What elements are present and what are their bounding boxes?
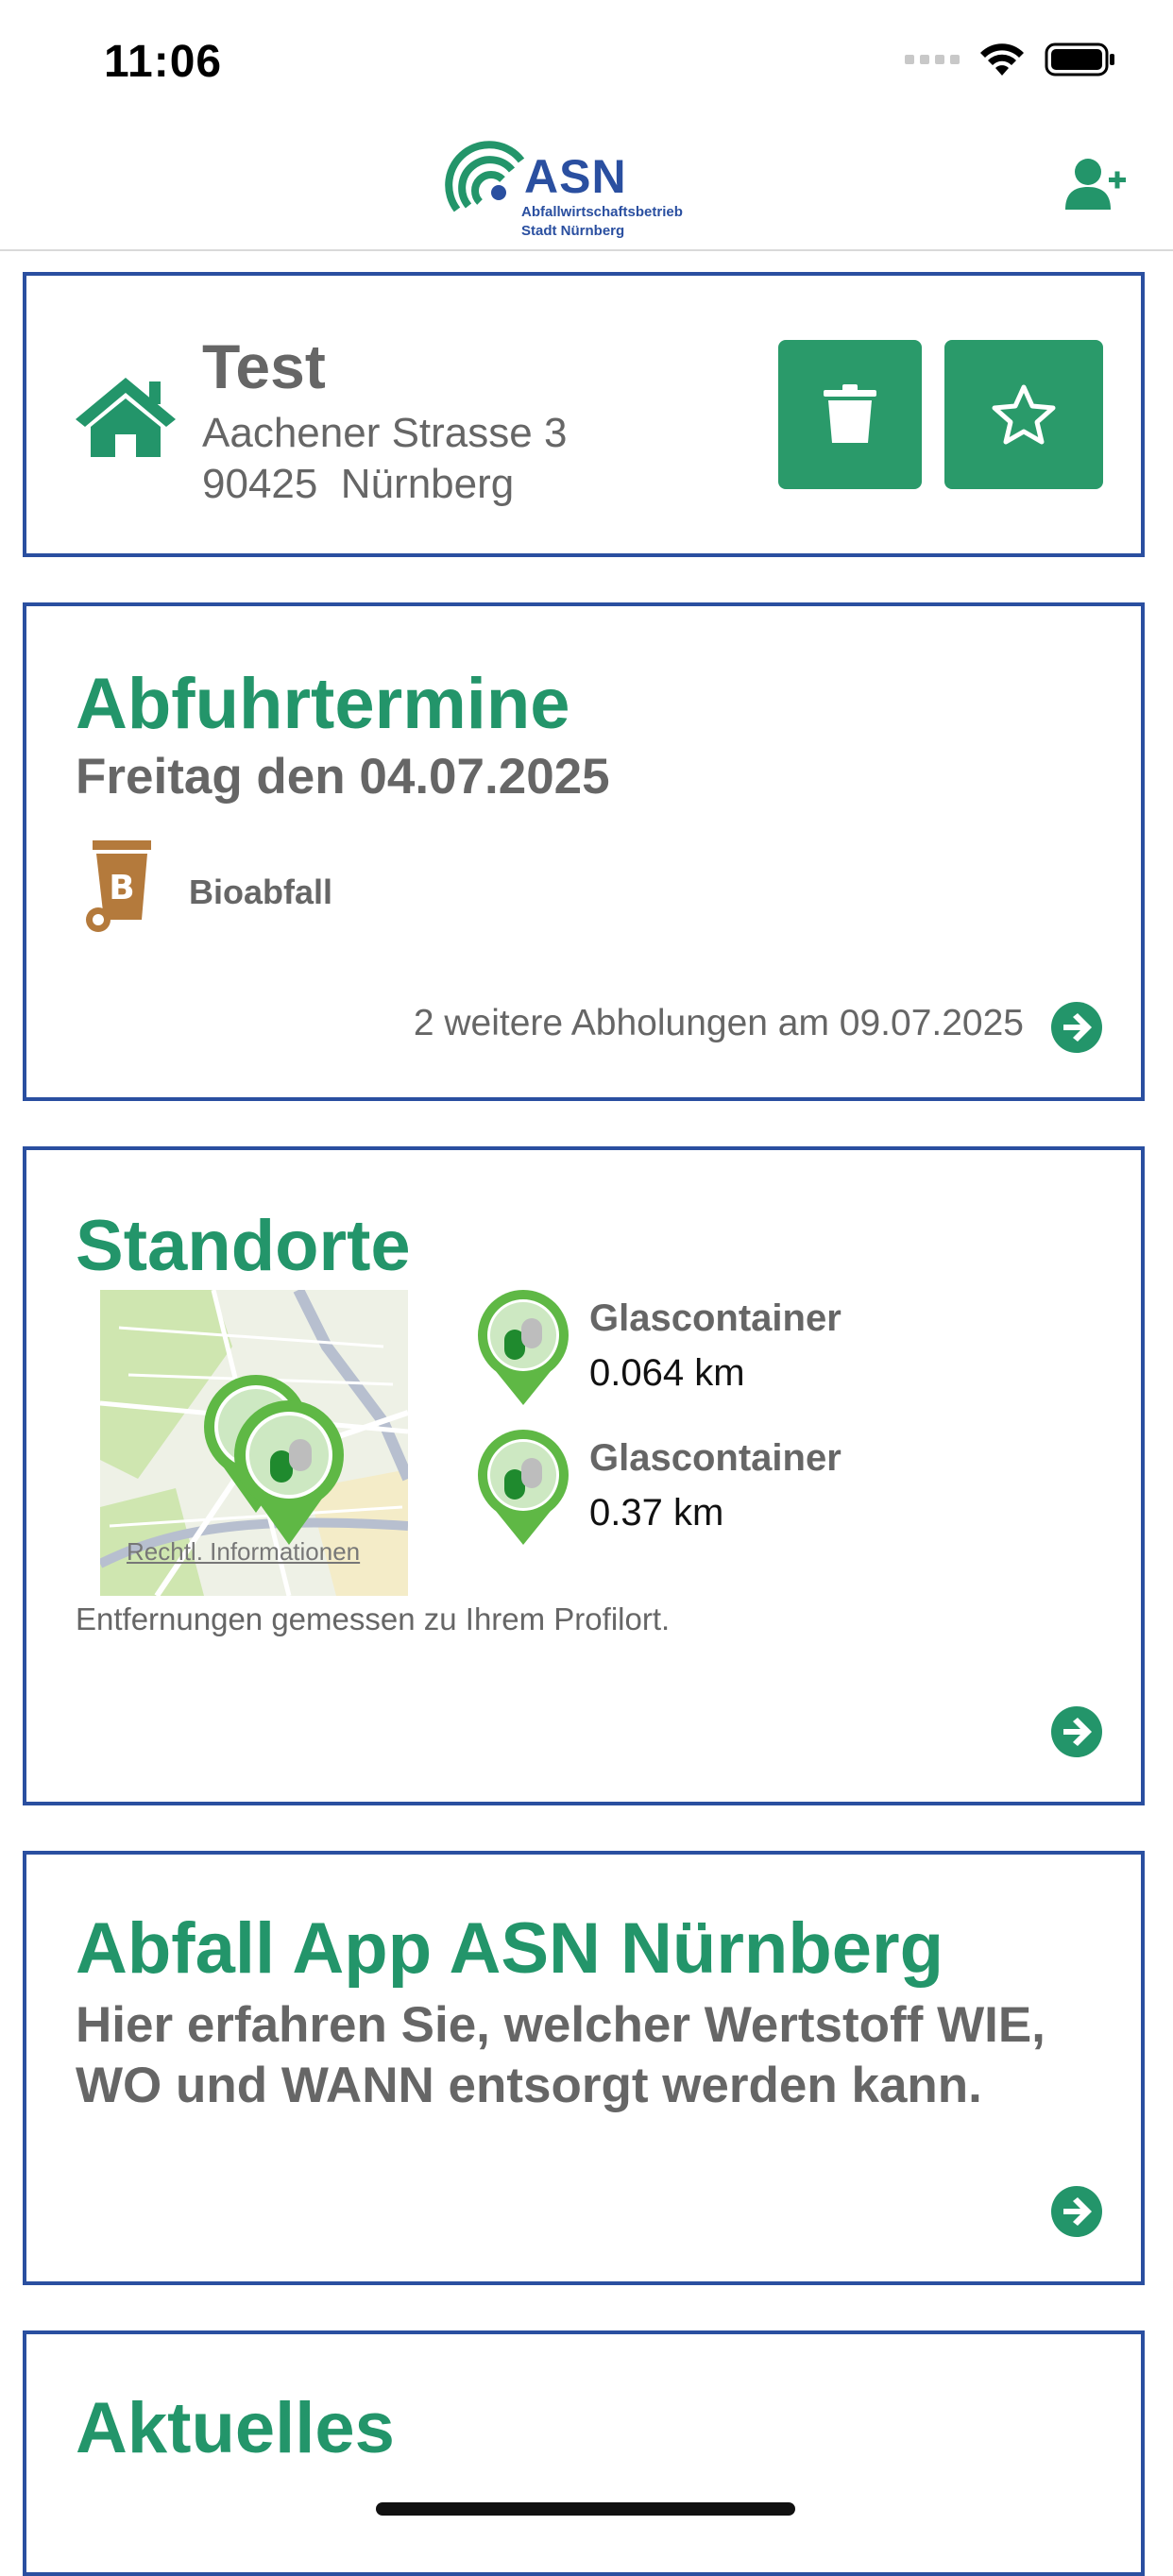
news-title: Aktuelles: [76, 2388, 395, 2468]
app-info-title: Abfall App ASN Nürnberg: [76, 1908, 944, 1989]
bio-bin-icon: B: [86, 840, 151, 932]
home-indicator[interactable]: [376, 2502, 795, 2516]
bio-bin-letter: B: [109, 869, 134, 907]
distance-note: Entfernungen gemessen zu Ihrem Profilort…: [76, 1602, 671, 1636]
add-user-icon[interactable]: [1065, 157, 1128, 213]
locations-title: Standorte: [76, 1206, 411, 1286]
location-name-1: Glascontainer: [589, 1297, 842, 1339]
bin-label: Bioabfall: [189, 873, 333, 911]
app-header: ASN Abfallwirtschaftsbetrieb Stadt Nürnb…: [0, 123, 1173, 251]
trash-icon: [824, 384, 876, 443]
arrow-right-icon[interactable]: [1050, 2185, 1103, 2238]
asn-logo: ASN Abfallwirtschaftsbetrieb Stadt Nürnb…: [444, 132, 737, 241]
locations-card[interactable]: Standorte Rechtl. Informationen Glascont…: [23, 1146, 1145, 1805]
app-info-line-2: WO und WANN entsorgt werden kann.: [76, 2058, 982, 2113]
location-distance-1: 0.064 km: [589, 1352, 745, 1394]
status-icons: [905, 42, 1116, 77]
logo-title: ASN: [524, 150, 627, 203]
map-thumbnail[interactable]: Rechtl. Informationen: [100, 1290, 408, 1596]
favorite-button[interactable]: [944, 340, 1103, 489]
glass-container-pin-icon: [478, 1430, 569, 1545]
battery-icon: [1045, 42, 1114, 76]
star-icon: [992, 384, 1056, 445]
arrow-right-icon[interactable]: [1050, 1705, 1103, 1758]
status-time: 11:06: [104, 37, 223, 87]
pickup-card[interactable]: Abfuhrtermine Freitag den 04.07.2025 B B…: [23, 602, 1145, 1101]
location-name-2: Glascontainer: [589, 1437, 842, 1479]
logo-line-2: Stadt Nürnberg: [521, 223, 625, 239]
delete-profile-button[interactable]: [778, 340, 922, 489]
location-distance-2: 0.37 km: [589, 1492, 724, 1534]
asn-logo-icon: [445, 141, 525, 212]
glass-container-pin-icon: [478, 1290, 569, 1405]
app-info-line-1: Hier erfahren Sie, welcher Wertstoff WIE…: [76, 1997, 1046, 2053]
map-legal-link[interactable]: Rechtl. Informationen: [127, 1537, 360, 1567]
pickup-date: Freitag den 04.07.2025: [76, 749, 610, 805]
profile-card: Test Aachener Strasse 3 90425 Nürnberg: [23, 272, 1145, 557]
wifi-icon: [980, 43, 1024, 76]
app-info-card[interactable]: Abfall App ASN Nürnberg Hier erfahren Si…: [23, 1851, 1145, 2285]
profile-city: 90425 Nürnberg: [202, 461, 515, 507]
profile-name: Test: [202, 331, 326, 401]
cellular-signal-icon: [905, 55, 960, 64]
news-card[interactable]: Aktuelles: [23, 2330, 1145, 2576]
status-bar: 11:06: [0, 0, 1173, 123]
more-pickups-text[interactable]: 2 weitere Abholungen am 09.07.2025: [414, 1003, 1024, 1044]
pickup-title: Abfuhrtermine: [76, 664, 570, 744]
home-icon: [76, 378, 176, 457]
logo-line-1: Abfallwirtschaftsbetrieb: [521, 204, 683, 220]
arrow-right-icon[interactable]: [1050, 1001, 1103, 1054]
profile-street: Aachener Strasse 3: [202, 410, 568, 456]
